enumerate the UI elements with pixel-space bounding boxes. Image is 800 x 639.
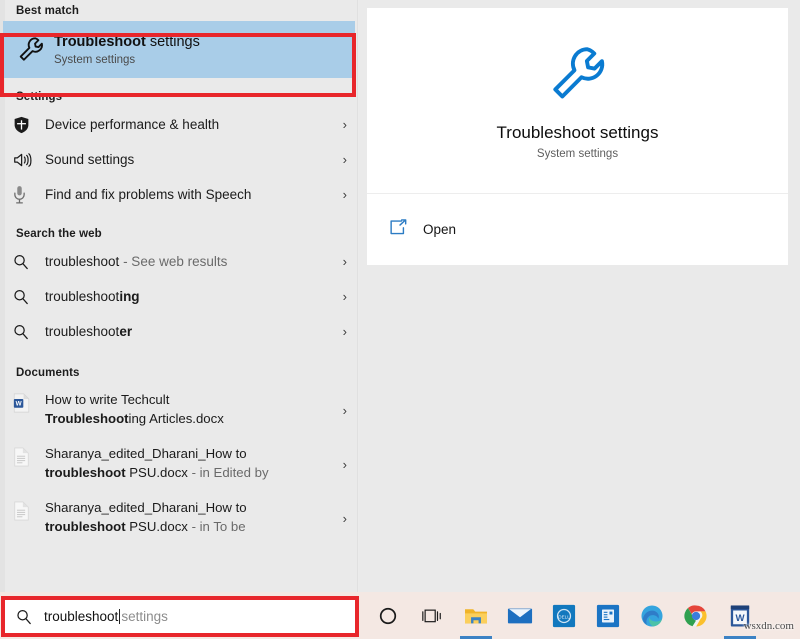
best-match-text: Troubleshoot settings System settings	[54, 33, 200, 67]
web-suggestion-troubleshoot[interactable]: troubleshoot - See web results ›	[0, 244, 357, 279]
document-line1: How to write Techcult	[45, 392, 170, 407]
best-match-result-troubleshoot-settings[interactable]: Troubleshoot settings System settings	[3, 21, 355, 78]
chevron-right-icon[interactable]: ›	[333, 117, 347, 132]
document-line2-match: Troubleshoot	[45, 410, 129, 426]
document-result-label: How to write Techcult Troubleshooting Art…	[45, 391, 333, 428]
cortana-icon[interactable]	[366, 592, 410, 639]
document-result-techcult-articles[interactable]: W How to write Techcult Troubleshooting A…	[0, 383, 357, 437]
best-match-title-rest: settings	[145, 33, 200, 50]
windows-search-screen: Best match Troubleshoot settings System …	[0, 0, 800, 639]
task-view-icon[interactable]	[410, 592, 454, 639]
web-group-header: Search the web	[16, 228, 102, 240]
speaker-icon	[13, 151, 45, 169]
chevron-right-icon[interactable]: ›	[333, 187, 347, 202]
document-result-label: Sharanya_edited_Dharani_How to troublesho…	[45, 445, 333, 482]
chevron-right-icon[interactable]: ›	[333, 289, 347, 304]
preview-card: Troubleshoot settings System settings	[367, 8, 788, 193]
document-line2-rest: ing Articles.docx	[128, 410, 224, 426]
web-suggestion-label: troubleshooting	[45, 289, 333, 304]
document-line2-match: troubleshoot	[45, 464, 126, 480]
search-inline-suggestion: settings	[121, 609, 168, 624]
panel-edge-strip	[0, 0, 5, 592]
office-app-icon[interactable]	[586, 592, 630, 639]
wrench-icon	[16, 35, 54, 65]
best-match-header: Best match	[16, 5, 79, 17]
document-result-psu-to-be[interactable]: Sharanya_edited_Dharani_How to troublesho…	[0, 491, 357, 545]
open-button[interactable]: Open	[423, 222, 456, 237]
sidebar-item-label: Device performance & health	[45, 117, 220, 132]
chevron-right-icon[interactable]: ›	[333, 499, 347, 526]
web-suggestion-query: troubleshoot	[45, 254, 120, 269]
web-suggestion-label: troubleshoot - See web results	[45, 254, 333, 269]
web-suggestion-hint: - See web results	[119, 254, 228, 269]
sidebar-item-find-fix-problems-speech[interactable]: Find and fix problems with Speech ›	[0, 177, 357, 212]
file-explorer-icon[interactable]	[454, 592, 498, 639]
best-match-section: Troubleshoot settings System settings	[0, 21, 357, 78]
chevron-right-icon[interactable]: ›	[333, 445, 347, 472]
document-line1: Sharanya_edited_Dharani_How to	[45, 446, 247, 461]
sidebar-item-label: Find and fix problems with Speech	[45, 187, 252, 202]
sidebar-item-device-performance-health[interactable]: Device performance & health ›	[0, 107, 357, 142]
word-document-icon: W	[13, 391, 45, 413]
preview-panel: Troubleshoot settings System settings Op…	[359, 0, 800, 592]
search-typed-value: troubleshoot	[44, 609, 119, 624]
document-line2-match: troubleshoot	[45, 518, 126, 534]
svg-text:W: W	[16, 401, 22, 408]
web-suggestion-completion: ing	[119, 289, 140, 304]
document-result-label: Sharanya_edited_Dharani_How to troublesho…	[45, 499, 333, 536]
preview-actions: Open	[367, 193, 788, 265]
sidebar-item-label: Sound settings	[45, 152, 135, 167]
shield-icon	[13, 116, 45, 134]
document-line2-rest: PSU.docx	[125, 518, 188, 534]
web-suggestion-troubleshooter[interactable]: troubleshooter ›	[0, 314, 357, 349]
best-match-subtitle: System settings	[54, 54, 136, 67]
web-suggestion-troubleshooting[interactable]: troubleshooting ›	[0, 279, 357, 314]
sidebar-item-sound-settings[interactable]: Sound settings ›	[0, 142, 357, 177]
document-location: - in To be	[187, 518, 246, 534]
document-line2-rest: PSU.docx	[125, 464, 188, 480]
web-suggestion-query: troubleshoot	[45, 324, 120, 339]
taskbar-search-box[interactable]: troubleshoot settings	[5, 600, 355, 633]
svg-text:DELL: DELL	[558, 614, 570, 619]
search-input[interactable]: troubleshoot settings	[44, 609, 168, 624]
search-icon	[13, 254, 45, 270]
best-match-title: Troubleshoot settings	[54, 33, 200, 53]
web-suggestion-completion: er	[119, 324, 133, 339]
search-icon	[16, 609, 44, 625]
settings-group-header: Settings	[16, 91, 63, 103]
document-line1: Sharanya_edited_Dharani_How to	[45, 500, 247, 515]
generic-document-icon	[13, 445, 45, 467]
open-external-icon	[389, 218, 423, 241]
watermark: wsxdn.com	[743, 620, 794, 632]
preview-title: Troubleshoot settings	[496, 122, 659, 142]
chrome-icon[interactable]	[674, 592, 718, 639]
chevron-right-icon[interactable]: ›	[333, 391, 347, 418]
dell-app-icon[interactable]: DELL	[542, 592, 586, 639]
chevron-right-icon[interactable]: ›	[333, 254, 347, 269]
document-location: - in Edited by	[187, 464, 269, 480]
mail-icon[interactable]	[498, 592, 542, 639]
wrench-icon	[545, 42, 611, 113]
chevron-right-icon[interactable]: ›	[333, 324, 347, 339]
search-icon	[13, 324, 45, 340]
search-results-panel: Best match Troubleshoot settings System …	[0, 0, 358, 592]
generic-document-icon	[13, 499, 45, 521]
microphone-icon	[13, 185, 45, 204]
taskbar-app-tray: DELL W	[366, 592, 762, 639]
search-icon	[13, 289, 45, 305]
text-caret	[119, 609, 121, 624]
best-match-title-bold: Troubleshoot	[54, 33, 146, 50]
web-suggestion-label: troubleshooter	[45, 324, 333, 339]
chevron-right-icon[interactable]: ›	[333, 152, 347, 167]
edge-icon[interactable]	[630, 592, 674, 639]
document-result-psu-edited-by[interactable]: Sharanya_edited_Dharani_How to troublesho…	[0, 437, 357, 491]
documents-group-header: Documents	[16, 367, 80, 379]
web-suggestion-query: troubleshoot	[45, 289, 120, 304]
preview-subtitle: System settings	[536, 147, 619, 160]
